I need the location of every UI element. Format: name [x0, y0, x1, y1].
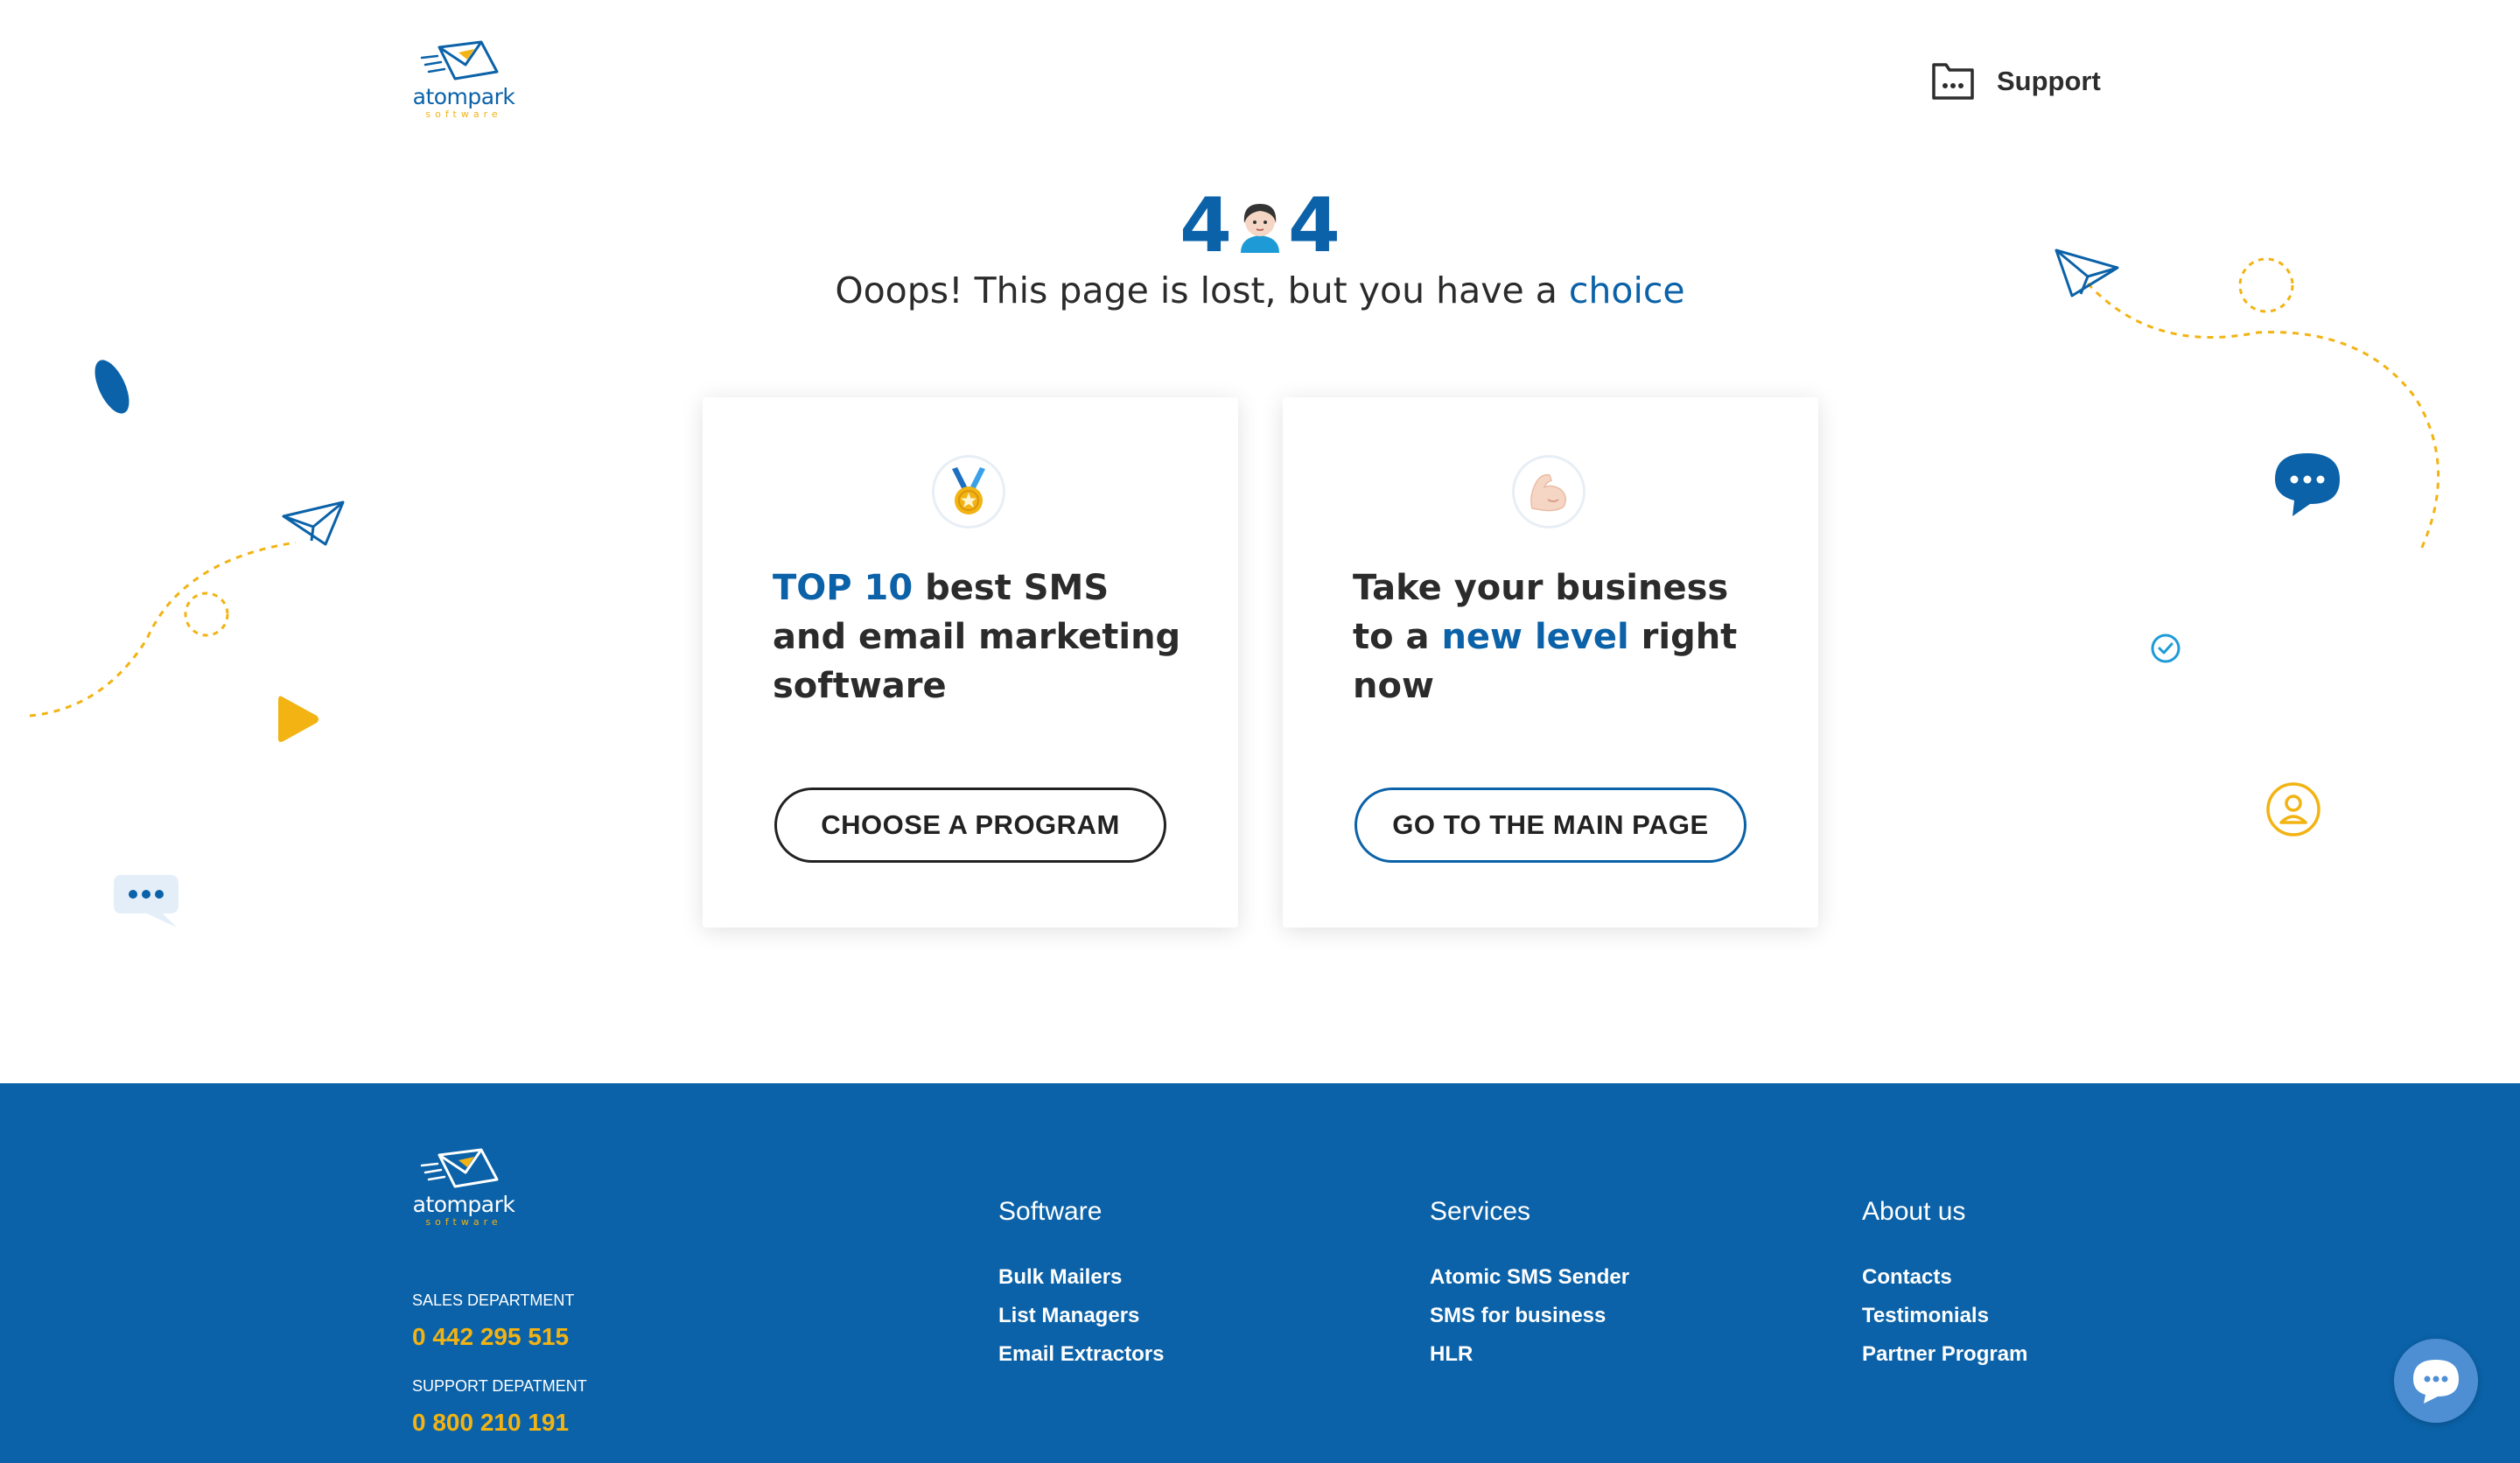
main-page-button[interactable]: GO TO THE MAIN PAGE [1354, 788, 1746, 863]
footer-column-title: Services [1430, 1197, 1531, 1226]
footer-column-about: About us Contacts Testimonials Partner P… [1862, 1197, 2027, 1374]
subtitle-accent: choice [1568, 270, 1685, 312]
footer: atompark software SALES DEPARTMENT 0 442… [0, 1083, 2520, 1463]
footer-column-title: Software [998, 1197, 1102, 1226]
card-new-level: Take your business to a new level right … [1283, 397, 1818, 928]
error-code-title: 4 4 [1172, 186, 1348, 266]
blue-leaf-shape [94, 360, 130, 414]
flexed-biceps-icon [1512, 455, 1586, 528]
medal-icon [932, 455, 1005, 528]
footer-link-sms-for-business[interactable]: SMS for business [1430, 1297, 1629, 1335]
subtitle-text: Ooops! This page is lost, but you have a [835, 270, 1569, 312]
footer-logo[interactable]: atompark software [411, 1146, 516, 1228]
chat-bubble-icon [2275, 453, 2340, 516]
footer-link-list-managers[interactable]: List Managers [998, 1297, 1164, 1335]
chat-window-icon [1932, 63, 1974, 100]
play-icon [278, 696, 318, 742]
error-digit-right: 4 [1288, 182, 1340, 270]
paper-plane-icon [2054, 248, 2119, 298]
card-heading: TOP 10 best SMS and email marketing soft… [773, 564, 1193, 710]
footer-link-bulk-mailers[interactable]: Bulk Mailers [998, 1258, 1164, 1297]
card-heading: Take your business to a new level right … [1353, 564, 1773, 710]
support-label: Support [1997, 66, 2101, 96]
choose-program-button[interactable]: CHOOSE A PROGRAM [774, 788, 1166, 863]
support-link[interactable]: Support [1930, 60, 2101, 103]
check-circle-icon [2151, 634, 2180, 663]
support-department-label: SUPPORT DEPATMENT [412, 1377, 587, 1395]
footer-column-software: Software Bulk Mailers List Managers Emai… [998, 1197, 1164, 1374]
footer-link-testimonials[interactable]: Testimonials [1862, 1297, 2027, 1335]
footer-link-hlr[interactable]: HLR [1430, 1335, 1629, 1374]
card-heading-highlight: TOP 10 [773, 568, 914, 608]
footer-column-services: Services Atomic SMS Sender SMS for busin… [1430, 1197, 1629, 1374]
logo-envelope-icon [420, 40, 499, 80]
sales-phone[interactable]: 0 442 295 515 [412, 1323, 569, 1351]
user-circle-icon [2266, 782, 2320, 836]
live-chat-button[interactable] [2394, 1339, 2478, 1423]
footer-link-partner-program[interactable]: Partner Program [1862, 1335, 2027, 1374]
footer-link-atomic-sms-sender[interactable]: Atomic SMS Sender [1430, 1258, 1629, 1297]
logo-envelope-icon [420, 1148, 499, 1188]
support-phone[interactable]: 0 800 210 191 [412, 1409, 569, 1437]
footer-link-contacts[interactable]: Contacts [1862, 1258, 2027, 1297]
logo-wordmark: atompark [412, 84, 515, 109]
footer-column-title: About us [1862, 1197, 1966, 1226]
footer-link-email-extractors[interactable]: Email Extractors [998, 1335, 1164, 1374]
card-heading-highlight: new level [1441, 617, 1629, 657]
logo-subtext: software [425, 108, 502, 120]
logo-subtext: software [425, 1216, 502, 1228]
person-face-icon [1241, 204, 1279, 253]
paper-plane-icon [282, 500, 345, 546]
sales-department-label: SALES DEPARTMENT [412, 1292, 575, 1309]
card-top-software: TOP 10 best SMS and email marketing soft… [703, 397, 1238, 928]
logo-wordmark: atompark [412, 1192, 515, 1217]
error-digit-left: 4 [1180, 182, 1232, 270]
chat-dots-icon [2413, 1360, 2459, 1404]
chat-dots-icon [114, 875, 178, 928]
header-logo[interactable]: atompark software [411, 38, 516, 120]
